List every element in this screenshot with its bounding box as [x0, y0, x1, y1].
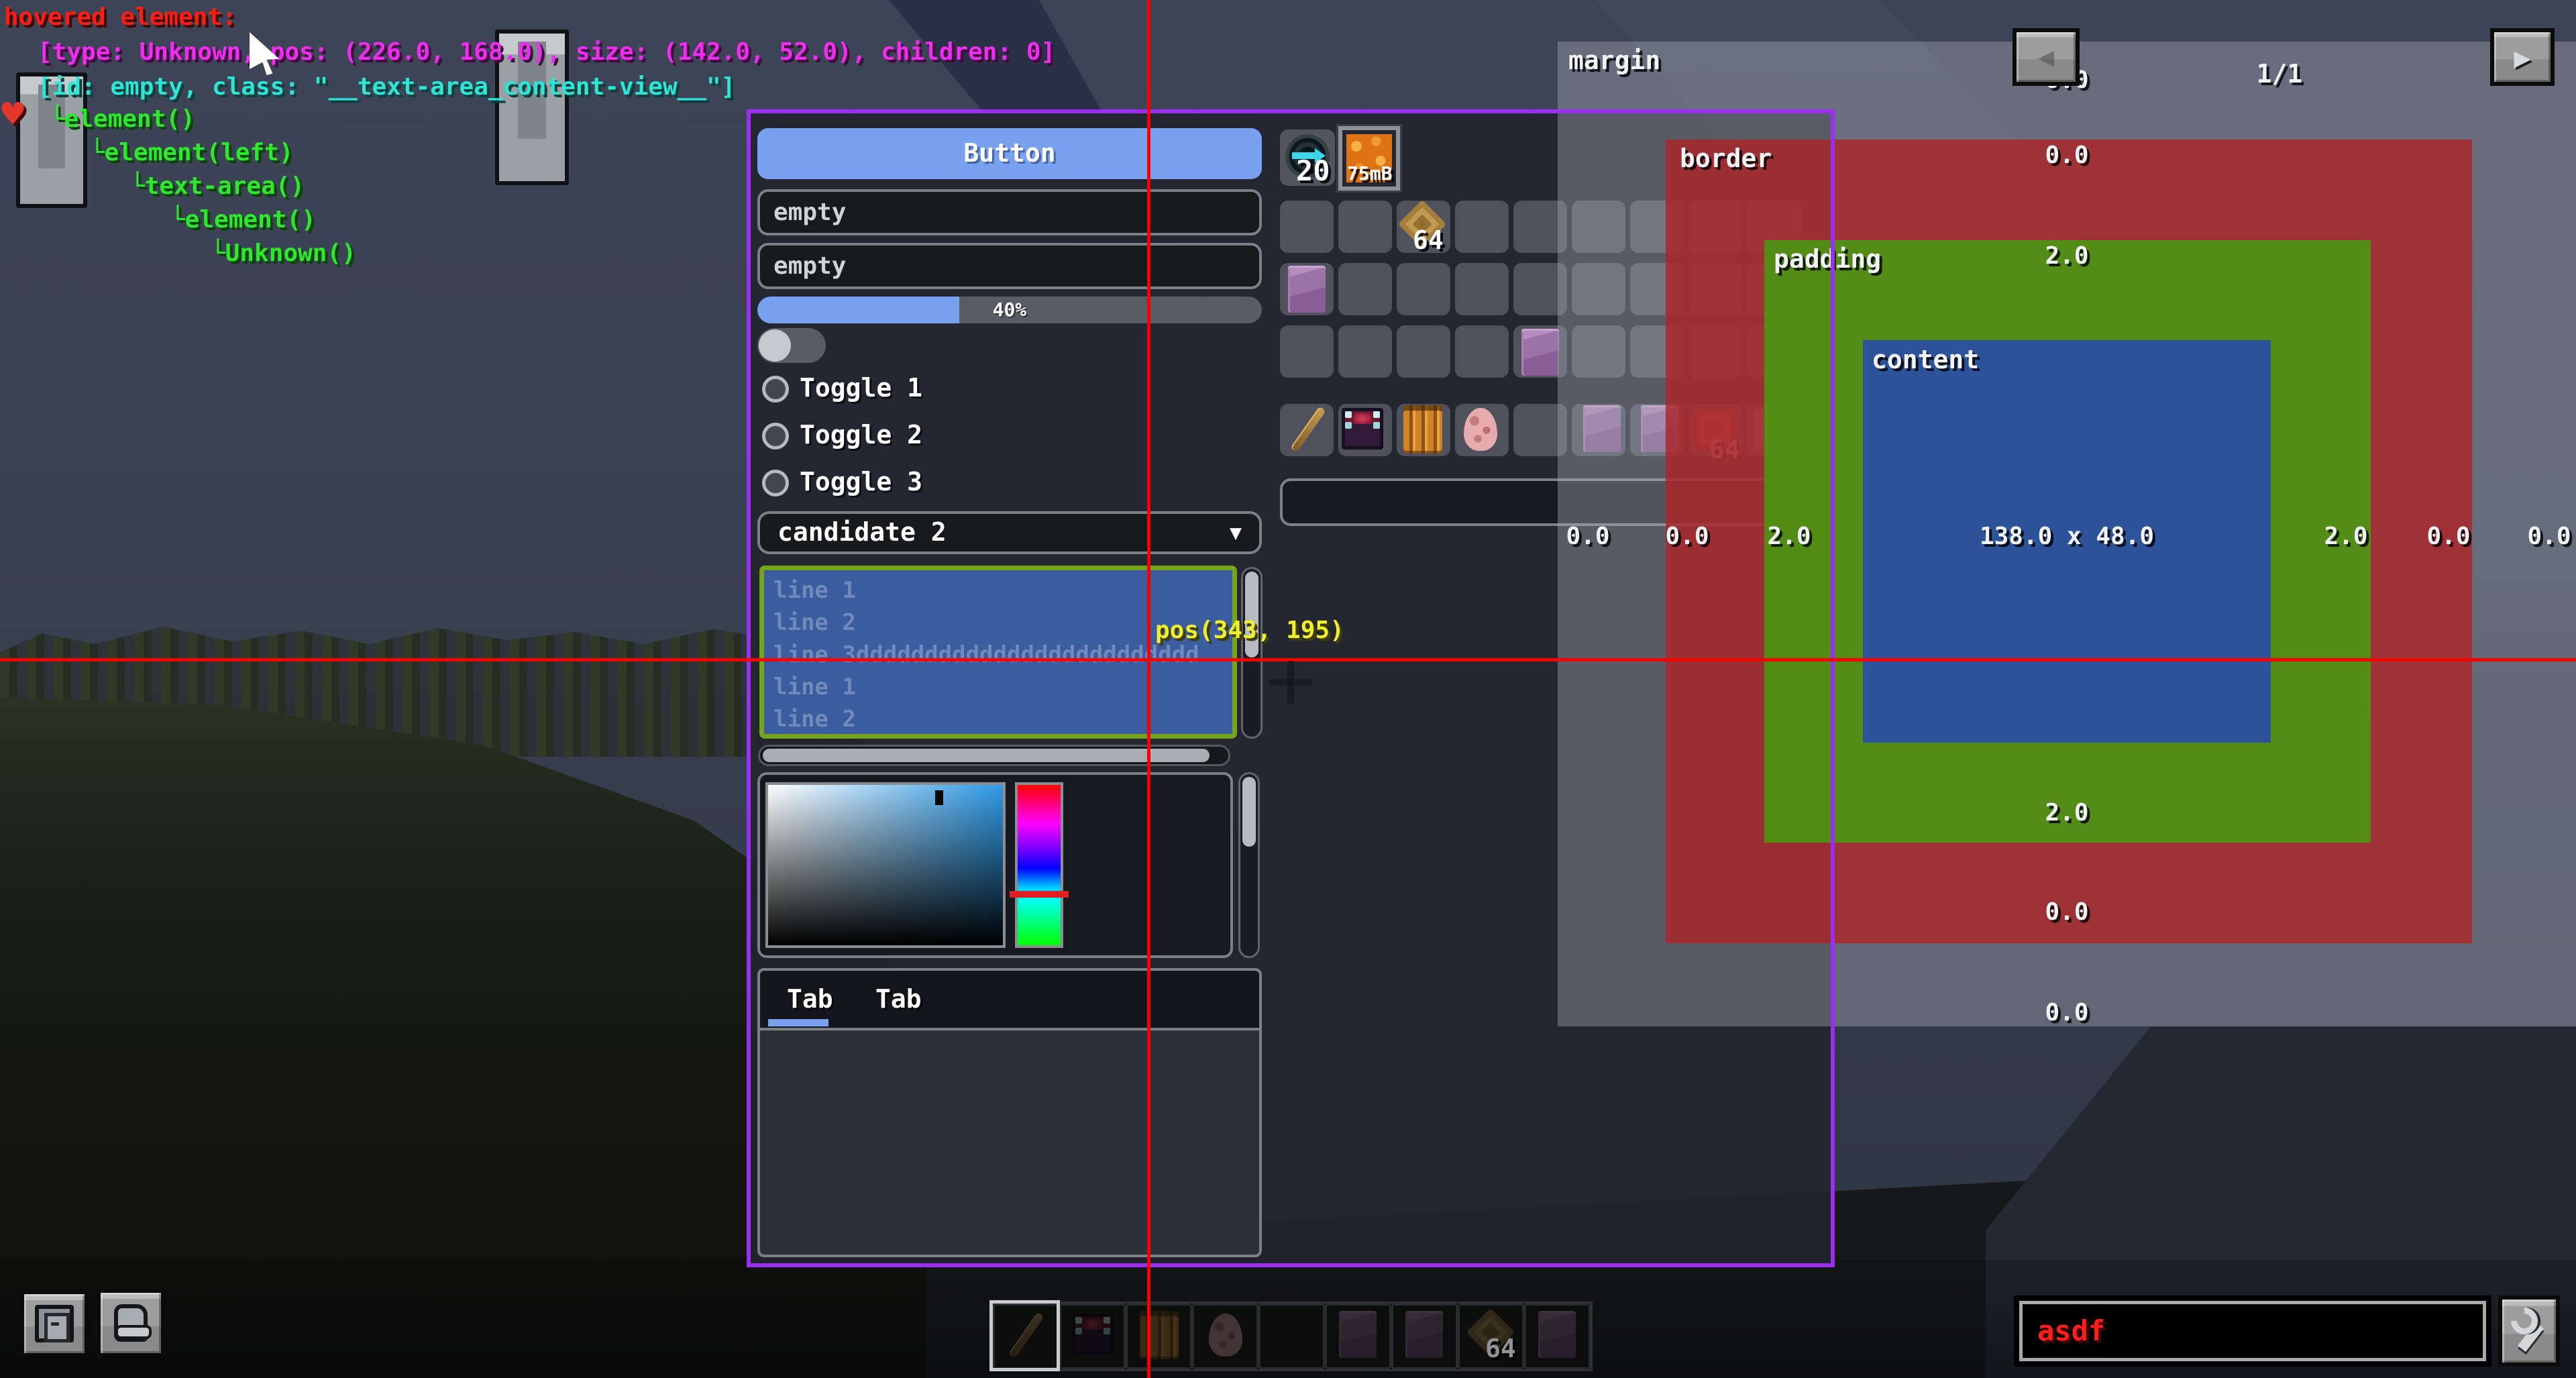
border-right-value: 0.0 [2408, 523, 2489, 550]
progress-bar: 40% [757, 297, 1262, 323]
tank-amount-label: 75mB [1347, 164, 1392, 184]
content-label: content [1872, 346, 1979, 374]
minecraft-debug-screen: ♥ Button empty empty 40% Toggle 1 Toggle… [0, 0, 2576, 1378]
tab-1[interactable]: Tab [787, 986, 833, 1014]
element-tree-line: └element() [170, 207, 316, 233]
conduit-count: 20 [1296, 156, 1330, 187]
oak-log-count: 64 [1413, 227, 1444, 255]
margin-left-value: 0.0 [1548, 523, 1628, 550]
element-id-line: [id: empty, class: "__text-area_content-… [38, 74, 735, 101]
element-tree-line: └element() [50, 106, 195, 133]
scrollbar-thumb[interactable] [763, 749, 1210, 762]
settings-button[interactable] [2498, 1295, 2560, 1367]
radio-toggle-3[interactable] [762, 470, 789, 496]
saturation-square[interactable] [765, 782, 1006, 948]
inventory-slot[interactable] [1397, 325, 1450, 378]
crosshair-vertical-line [1147, 0, 1150, 1378]
text-field-1[interactable]: empty [757, 189, 1262, 235]
book-button[interactable] [20, 1290, 89, 1357]
inventory-slot[interactable] [1280, 201, 1334, 253]
textarea-scrollbar[interactable] [1241, 567, 1263, 739]
scrollbar-thumb[interactable] [1245, 572, 1258, 657]
border-top-value: 0.0 [2027, 142, 2107, 169]
radio-toggle-2[interactable] [762, 423, 789, 449]
element-tree-line: └text-area() [130, 173, 305, 200]
padding-left-value: 2.0 [1749, 523, 1829, 550]
hue-bar[interactable] [1015, 782, 1063, 948]
chevron-left-icon: ◀ [2038, 42, 2054, 72]
element-type-line: [type: Unknown, pos: (226.0, 168.0), siz… [38, 39, 1055, 66]
text-area[interactable]: line 1 line 2 line 3dddddddddddddddddddd… [759, 566, 1237, 739]
scroll-button[interactable] [97, 1289, 165, 1357]
chevron-right-icon: ▶ [2514, 41, 2530, 74]
command-input-inner: asdf [2019, 1301, 2486, 1361]
hue-marker[interactable] [1010, 891, 1069, 898]
border-label: border [1680, 145, 1772, 173]
chevron-down-icon: ▼ [1230, 521, 1242, 545]
radio-label-1: Toggle 1 [800, 374, 922, 403]
inventory-slot[interactable] [1338, 263, 1392, 315]
purpur-pillar-item-icon[interactable] [1288, 266, 1326, 313]
tab-container: Tab Tab [757, 968, 1262, 1257]
textarea-line: line 1 [773, 671, 1223, 703]
picker-scrollbar[interactable] [1238, 772, 1260, 958]
element-tree-line: └element(left) [90, 140, 293, 166]
element-tree-line: └Unknown() [211, 240, 356, 267]
radio-label-2: Toggle 2 [800, 421, 922, 449]
padding-bottom-value: 2.0 [2027, 800, 2107, 827]
content-size-value: 138.0 x 48.0 [1933, 523, 2201, 550]
inventory-slot[interactable] [1338, 325, 1392, 378]
saturation-cursor[interactable] [935, 790, 943, 805]
pager-page-label: 1/1 [2233, 60, 2326, 89]
inventory-slot[interactable] [1280, 325, 1334, 378]
hovered-element-title: hovered element: [4, 4, 237, 31]
border-bottom-value: 0.0 [2027, 899, 2107, 926]
wrench-icon [2506, 1308, 2553, 1355]
respawn-anchor-item-icon[interactable] [1342, 408, 1383, 449]
padding-top-value: 2.0 [2027, 243, 2107, 270]
radio-toggle-1[interactable] [762, 376, 789, 403]
inventory-slot[interactable] [1455, 201, 1509, 253]
inventory-slot[interactable] [1397, 263, 1450, 315]
pager-next-button[interactable]: ▶ [2490, 28, 2555, 86]
textarea-line: line 1 [773, 574, 1223, 606]
active-tab-underline [768, 1019, 828, 1026]
hotbar-log-count: 64 [1485, 1335, 1516, 1363]
scroll-icon [114, 1304, 148, 1342]
margin-bottom-value: 0.0 [2027, 1000, 2107, 1026]
horizontal-scrollbar[interactable] [758, 745, 1230, 766]
plus-marker [1287, 661, 1294, 704]
pager-prev-button[interactable]: ◀ [2012, 28, 2080, 86]
inventory-slot[interactable] [1338, 201, 1392, 253]
text-field-2[interactable]: empty [757, 243, 1262, 289]
tab-header: Tab Tab [760, 971, 1259, 1030]
cursor-pos-label: pos(343, 195) [1155, 617, 1344, 644]
toggle-knob[interactable] [759, 329, 791, 362]
border-left-value: 0.0 [1647, 523, 1727, 550]
progress-label: 40% [757, 297, 1262, 323]
scrollbar-thumb[interactable] [1242, 777, 1256, 847]
command-input-value: asdf [2037, 1316, 2105, 1346]
stripped-log-item-icon[interactable] [1403, 405, 1442, 454]
candidate-dropdown[interactable]: candidate 2 ▼ [757, 511, 1262, 554]
purpur-pillar-item-icon[interactable] [1521, 329, 1559, 376]
command-input[interactable]: asdf [2014, 1295, 2491, 1367]
inventory-slot[interactable] [1455, 263, 1509, 315]
padding-label: padding [1774, 246, 1881, 274]
toggle-switch[interactable] [757, 328, 826, 363]
hotbar-selected-slot-frame [989, 1300, 1060, 1371]
margin-label: margin [1568, 47, 1660, 75]
dropdown-value: candidate 2 [777, 519, 947, 547]
tab-2[interactable]: Tab [875, 986, 922, 1014]
margin-right-value: 0.0 [2509, 523, 2576, 550]
textarea-line: line 2 [773, 703, 1223, 735]
heart-icon: ♥ [1, 94, 24, 136]
demo-button[interactable]: Button [757, 128, 1262, 179]
padding-right-value: 2.0 [2306, 523, 2386, 550]
radio-label-3: Toggle 3 [800, 468, 922, 496]
inventory-slot[interactable] [1455, 325, 1509, 378]
book-icon [35, 1305, 74, 1342]
